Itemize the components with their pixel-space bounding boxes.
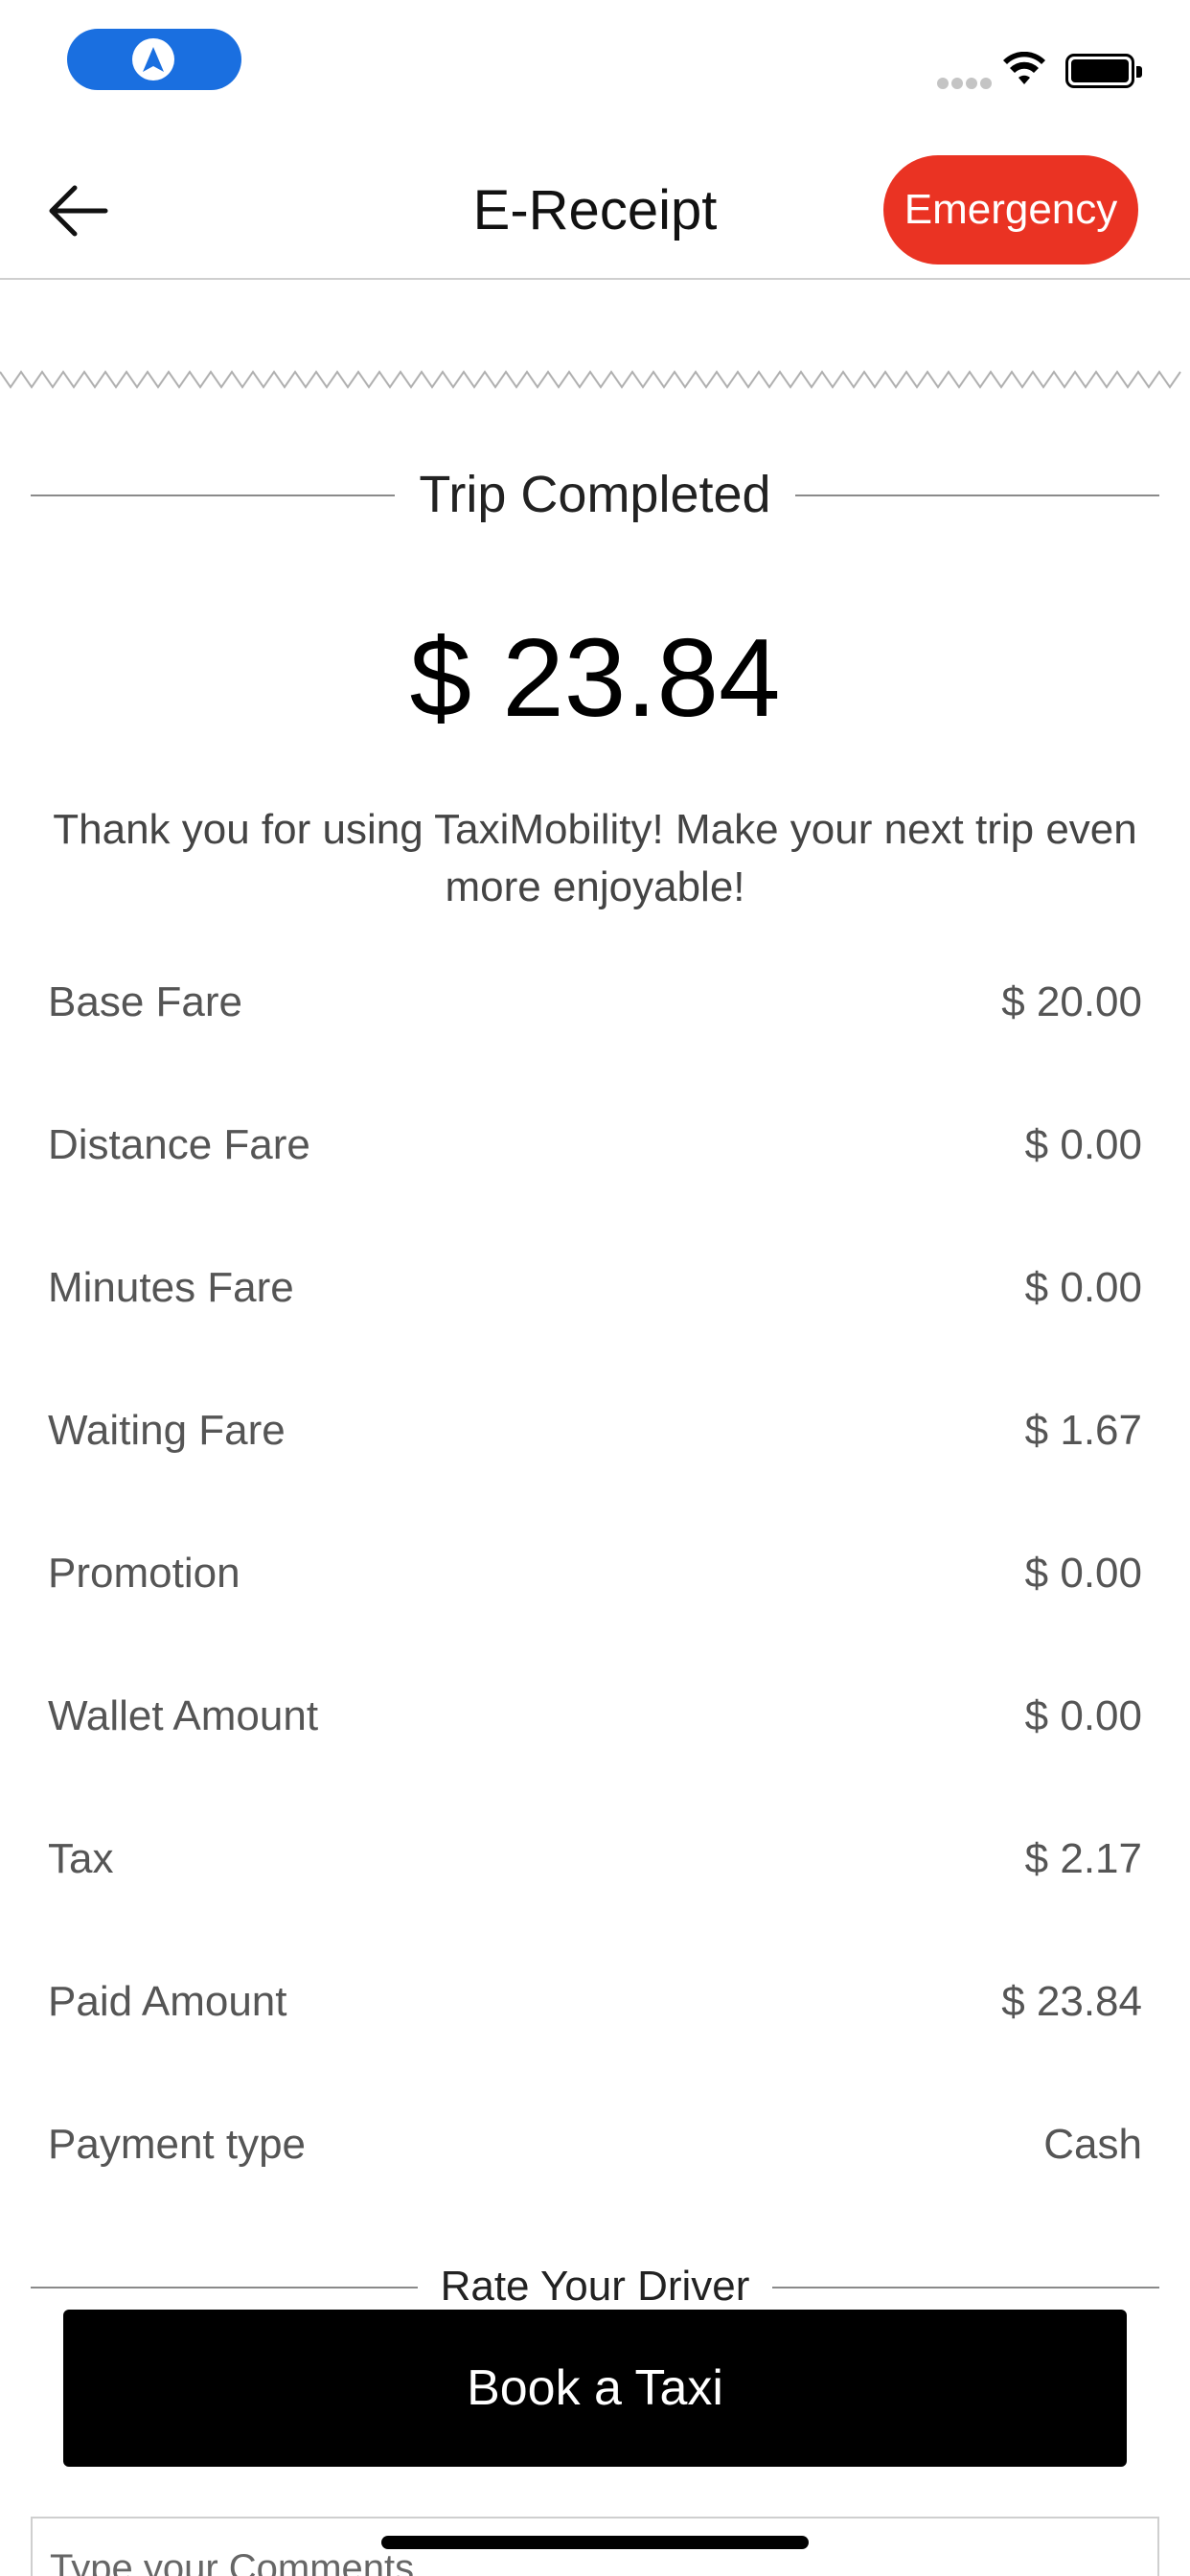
home-indicator: [381, 2536, 809, 2549]
fare-label: Paid Amount: [48, 1978, 287, 2025]
fare-value: Cash: [1043, 2121, 1142, 2168]
fare-row-base: Base Fare $ 20.00: [48, 964, 1142, 1041]
fare-value: $ 20.00: [1001, 978, 1142, 1025]
fare-value: $ 0.00: [1024, 1692, 1142, 1739]
battery-icon: [1065, 54, 1142, 88]
receipt-edge-divider: [0, 370, 1181, 389]
comments-placeholder: Type your Comments: [50, 2547, 415, 2576]
fare-row-wallet: Wallet Amount $ 0.00: [48, 1678, 1142, 1755]
fare-label: Wallet Amount: [48, 1692, 319, 1739]
fare-value: $ 0.00: [1024, 1550, 1142, 1597]
fare-row-distance: Distance Fare $ 0.00: [48, 1107, 1142, 1184]
total-amount: $ 23.84: [409, 615, 781, 740]
fare-value: $ 0.00: [1024, 1121, 1142, 1168]
divider-line: [772, 2287, 1159, 2288]
fare-row-tax: Tax $ 2.17: [48, 1821, 1142, 1898]
trip-completed-heading: Trip Completed: [31, 466, 1159, 523]
navigation-arrow-icon: [132, 38, 174, 80]
navigation-pill[interactable]: [67, 29, 241, 90]
fare-value: $ 2.17: [1024, 1835, 1142, 1882]
rate-driver-heading: Rate Your Driver: [31, 2258, 1159, 2315]
divider-line: [795, 494, 1159, 496]
fare-label: Minutes Fare: [48, 1264, 294, 1311]
fare-label: Distance Fare: [48, 1121, 310, 1168]
fare-row-payment-type: Payment type Cash: [48, 2106, 1142, 2183]
fare-value: $ 0.00: [1024, 1264, 1142, 1311]
emergency-button[interactable]: Emergency: [883, 155, 1138, 264]
fare-row-promotion: Promotion $ 0.00: [48, 1535, 1142, 1612]
book-taxi-button[interactable]: Book a Taxi: [63, 2310, 1127, 2467]
fare-label: Payment type: [48, 2121, 307, 2168]
fare-label: Waiting Fare: [48, 1407, 286, 1454]
fare-row-minutes: Minutes Fare $ 0.00: [48, 1250, 1142, 1326]
fare-label: Tax: [48, 1835, 114, 1882]
fare-value: $ 1.67: [1024, 1407, 1142, 1454]
cellular-signal-icon: [937, 77, 995, 94]
status-bar: [0, 0, 1190, 125]
fare-label: Base Fare: [48, 978, 242, 1025]
fare-value: $ 23.84: [1001, 1978, 1142, 2025]
app-header: E-Receipt Emergency: [0, 144, 1190, 280]
thank-you-message: Thank you for using TaxiMobility! Make y…: [53, 806, 1137, 910]
wifi-icon: [1002, 51, 1046, 91]
fare-row-waiting: Waiting Fare $ 1.67: [48, 1392, 1142, 1469]
fare-label: Promotion: [48, 1550, 240, 1597]
fare-row-paid: Paid Amount $ 23.84: [48, 1964, 1142, 2040]
